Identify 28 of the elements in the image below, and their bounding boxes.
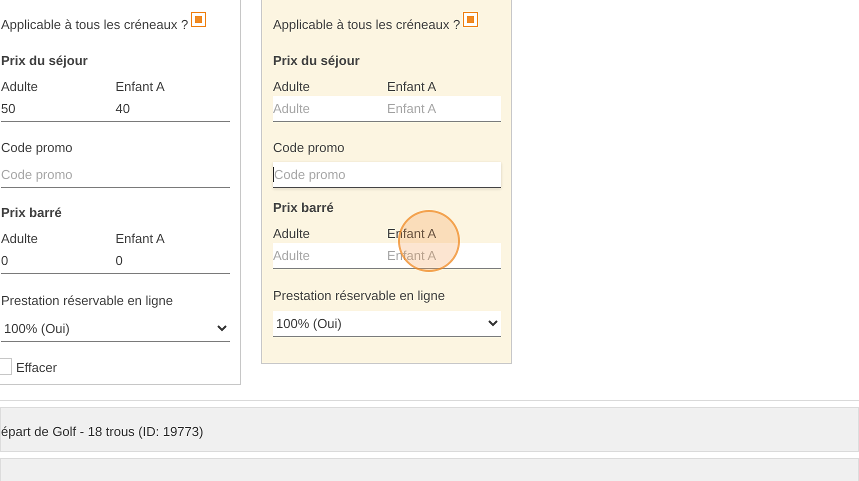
online-booking-select[interactable]: 100% (Oui)	[1, 316, 230, 342]
section-heading: Prix barré	[1, 205, 63, 221]
price-label: Adulte	[1, 231, 39, 246]
price-label: Enfant A	[116, 79, 166, 94]
section-heading: Prix du séjour	[1, 53, 89, 69]
price-label: Adulte	[273, 79, 311, 94]
price-label: Adulte	[1, 79, 39, 94]
apply-all-checkbox[interactable]	[191, 12, 206, 27]
price-label: Adulte	[273, 226, 311, 241]
price-label: Enfant A	[116, 231, 166, 246]
chevron-down-icon	[217, 325, 227, 332]
chevron-down-icon	[488, 320, 498, 327]
section-heading: Prix barré	[273, 200, 335, 216]
apply-all-label: Applicable à tous les créneaux ?	[1, 17, 188, 32]
section-heading: Prix du séjour	[273, 53, 361, 69]
price-fields[interactable]: 0 0	[1, 248, 230, 274]
apply-all-label: Applicable à tous les créneaux ?	[273, 17, 460, 32]
clear-label: Effacer	[16, 360, 57, 375]
apply-all-checkbox[interactable]	[463, 12, 478, 27]
clear-checkbox[interactable]	[0, 358, 12, 375]
accordion-header[interactable]: épart de Golf - 18 trous (ID: 19773)	[0, 407, 859, 452]
promo-code-label: Code promo	[273, 140, 346, 155]
promo-code-label: Code promo	[1, 140, 74, 155]
online-booking-select[interactable]: 100% (Oui)	[273, 311, 501, 337]
price-fields[interactable]: 50 40	[1, 96, 230, 122]
online-booking-label: Prestation réservable en ligne	[1, 293, 174, 308]
online-booking-label: Prestation réservable en ligne	[273, 288, 446, 303]
price-label: Enfant A	[387, 79, 438, 94]
